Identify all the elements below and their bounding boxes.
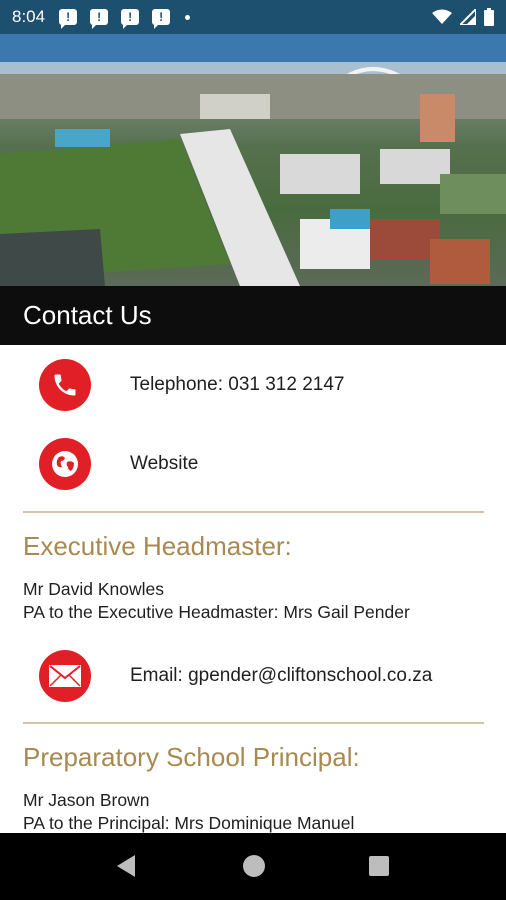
alert-message-icon: ! [152,9,171,29]
alert-message-icon: ! [59,9,78,29]
divider [23,722,484,724]
preparatory-principal-name: Mr Jason Brown [23,790,150,810]
back-icon[interactable] [117,855,135,877]
home-icon[interactable] [243,855,265,877]
wifi-icon [432,9,452,24]
executive-headmaster-pa: PA to the Executive Headmaster: Mrs Gail… [23,602,410,622]
system-nav-bar [0,833,506,900]
website-row[interactable]: Website [0,434,506,494]
aerial-photo-illustration [0,34,506,286]
signal-icon [460,9,476,25]
status-time: 8:04 [12,7,46,26]
divider [23,511,484,513]
executive-email-row[interactable]: Email: gpender@cliftonschool.co.za [0,646,506,706]
phone-icon[interactable] [39,359,91,411]
battery-icon [484,8,494,26]
telephone-text[interactable]: Telephone: 031 312 2147 [130,374,344,396]
executive-headmaster-title: Executive Headmaster: [23,531,292,561]
preparatory-principal-pa: PA to the Principal: Mrs Dominique Manue… [23,813,355,833]
contact-content[interactable]: Telephone: 031 312 2147 Website Executiv… [0,345,506,833]
preparatory-principal-title: Preparatory School Principal: [23,742,360,772]
recent-apps-icon[interactable] [369,856,389,876]
telephone-row[interactable]: Telephone: 031 312 2147 [0,355,506,415]
page-title: Contact Us [23,300,152,330]
alert-message-icon: ! [90,9,109,29]
page-header: Contact Us [0,286,506,345]
executive-headmaster-name: Mr David Knowles [23,579,165,599]
executive-email-link[interactable]: Email: gpender@cliftonschool.co.za [130,665,432,687]
alert-message-icon: ! [121,9,140,29]
globe-icon[interactable] [39,438,91,490]
status-bar: 8:04 ! ! ! ! [0,0,506,34]
school-aerial-photo [0,34,506,286]
website-link[interactable]: Website [130,453,198,475]
more-notifications-dot [185,14,191,20]
envelope-icon[interactable] [39,650,91,702]
status-icons [432,8,494,26]
